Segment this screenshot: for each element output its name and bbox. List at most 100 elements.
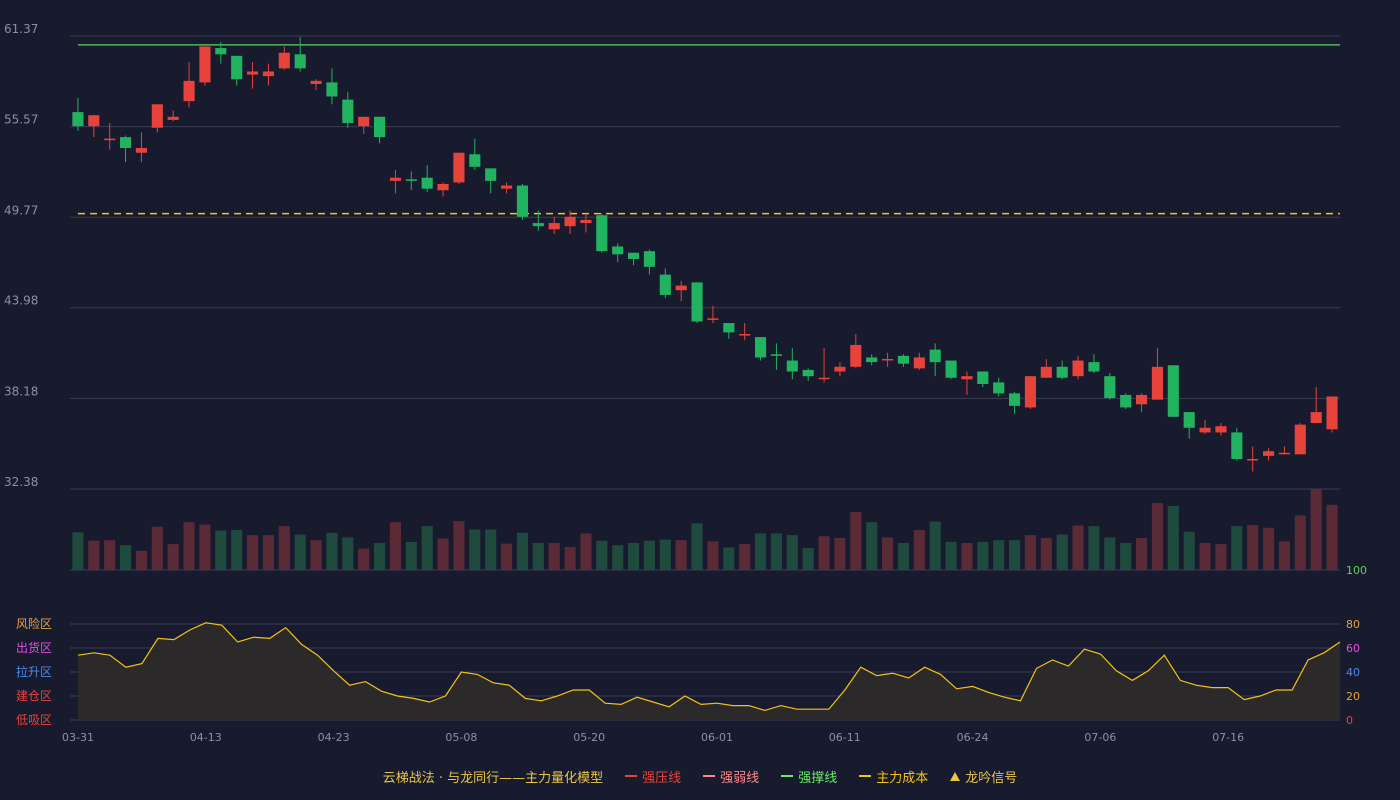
volume-bar (501, 543, 513, 570)
candle-body (659, 274, 671, 295)
legend-marker-resistance (625, 775, 638, 777)
candle-body (262, 71, 274, 77)
volume-bar (1183, 531, 1195, 570)
candle-body (358, 116, 370, 127)
volume-bar (929, 521, 941, 570)
volume-bar (1247, 525, 1259, 570)
volume-bar (548, 543, 560, 570)
volume-bar (866, 522, 878, 570)
candle-body (1136, 394, 1148, 405)
volume-bar (262, 535, 274, 570)
volume-bar (882, 537, 894, 570)
candle-body (183, 80, 195, 102)
volume-bar (643, 540, 655, 570)
volume-bar (1120, 543, 1132, 570)
volume-bar (1009, 540, 1021, 570)
volume-bar (1278, 541, 1290, 570)
volume-bar (786, 535, 798, 570)
indicator-tick-label: 100 (1346, 564, 1367, 577)
legend-item-resistance-line[interactable]: 强压线 (625, 767, 681, 786)
volume-bar (199, 524, 211, 570)
candle-body (707, 318, 719, 320)
volume-bar (723, 547, 735, 570)
volume-bar (1072, 525, 1084, 570)
volume-bar (612, 545, 624, 570)
candle-body (850, 344, 862, 367)
indicator-tick-label: 40 (1346, 666, 1360, 679)
price-tick-label: 32.38 (4, 475, 38, 489)
volume-bar (580, 533, 592, 570)
candle-body (532, 223, 544, 227)
candle-body (1040, 366, 1052, 378)
indicator-zone-label: 风险区 (16, 616, 52, 631)
candle-body (135, 148, 147, 153)
candle-body (786, 360, 798, 372)
candle-body (802, 369, 814, 377)
volume-bar (977, 541, 989, 570)
x-tick-label: 06-01 (701, 731, 733, 744)
candle-body (120, 137, 132, 149)
candle-body (1263, 451, 1275, 456)
volume-bar (1263, 527, 1275, 570)
candle-body (88, 115, 100, 127)
legend-item-support-line[interactable]: 强撑线 (781, 767, 837, 786)
candle-body (374, 116, 386, 138)
candle-body (1088, 362, 1100, 372)
candle-body (1326, 396, 1338, 430)
legend-title: 云梯战法 · 与龙同行——主力量化模型 (382, 770, 604, 786)
volume-bar (167, 544, 179, 570)
candle-body (596, 215, 608, 252)
candle-body (1231, 432, 1243, 459)
legend-item-main-cost[interactable]: 主力成本 (859, 767, 928, 786)
candle-body (72, 112, 84, 127)
indicator-tick-label: 80 (1346, 618, 1360, 631)
candle-body (993, 382, 1005, 394)
volume-bar (659, 539, 671, 570)
volume-bar (1088, 526, 1100, 570)
legend-marker-support (781, 775, 794, 777)
indicator-zone-label: 出货区 (16, 640, 52, 655)
price-tick-label: 38.18 (4, 384, 38, 398)
volume-bar (675, 540, 687, 570)
volume-bar (628, 543, 640, 570)
volume-bar (135, 550, 147, 570)
volume-bar (1040, 537, 1052, 570)
volume-bar (1056, 534, 1068, 570)
candle-body (548, 223, 560, 230)
legend-item-strength-line[interactable]: 强弱线 (703, 767, 759, 786)
volume-bar (358, 548, 370, 570)
volume-bar (834, 537, 846, 570)
x-tick-label: 06-11 (829, 731, 861, 744)
candle-body (247, 71, 259, 75)
volume-bar (707, 541, 719, 570)
candle-body (1120, 394, 1132, 408)
x-tick-label: 04-13 (190, 731, 222, 744)
candle-body (104, 138, 116, 141)
volume-bar (1136, 537, 1148, 570)
volume-bar (1024, 535, 1036, 570)
price-tick-label: 55.57 (4, 113, 38, 127)
candle-body (501, 185, 513, 189)
volume-bar (1231, 526, 1243, 570)
candle-body (294, 54, 306, 69)
candle-body (675, 285, 687, 291)
volume-bar (231, 530, 243, 570)
volume-bar (104, 540, 116, 570)
candle-body (834, 366, 846, 372)
volume-bar (310, 540, 322, 570)
volume-bar (1151, 503, 1163, 570)
indicator-zone-label: 建仓区 (16, 689, 52, 703)
legend-label-support: 强撑线 (798, 770, 838, 786)
volume-bar (691, 523, 703, 570)
indicator-tick-label: 0 (1346, 714, 1353, 727)
price-tick-label: 61.37 (4, 22, 38, 36)
volume-bar (913, 530, 925, 570)
candle-body (151, 104, 163, 128)
candle-body (1056, 366, 1068, 378)
indicator-zone-label: 拉升区 (16, 664, 52, 679)
candle-body (1278, 452, 1290, 455)
legend-item-dragon-signal[interactable]: 龙吟信号 (950, 767, 1017, 786)
volume-bar (596, 540, 608, 570)
volume-bar (421, 526, 433, 570)
candle-body (1247, 458, 1259, 461)
